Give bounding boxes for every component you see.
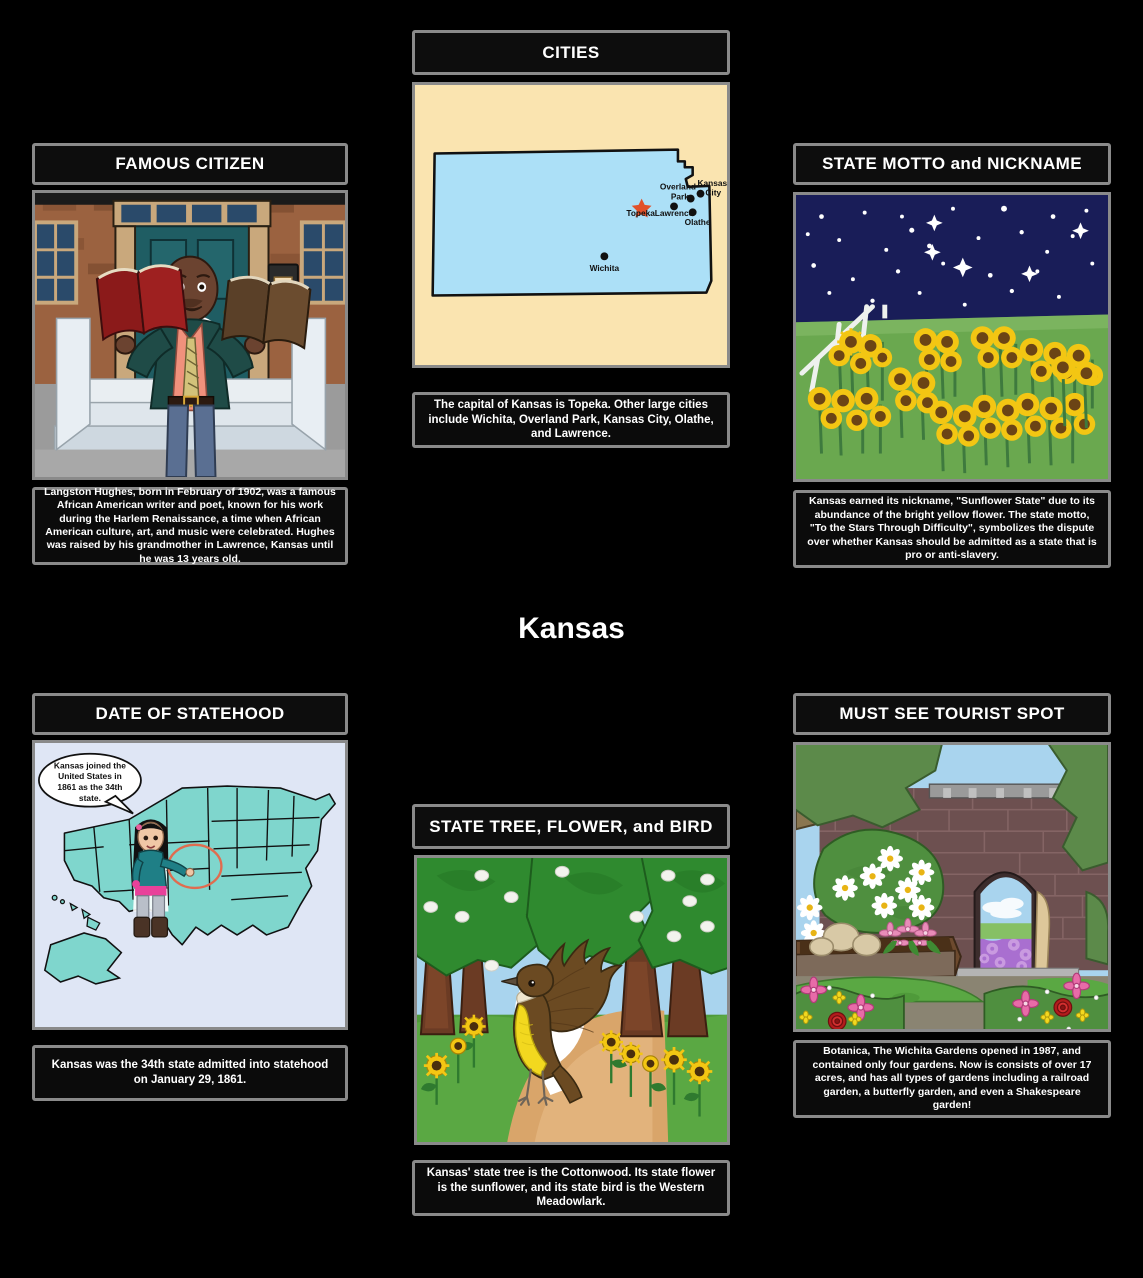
panel-title-date-of-statehood: DATE OF STATEHOOD [32, 693, 348, 735]
board-title: Kansas [518, 612, 625, 645]
tourist-spot-art [793, 742, 1111, 1032]
panel-title-state-motto: STATE MOTTO and NICKNAME [793, 143, 1111, 185]
state-motto-art [793, 192, 1111, 482]
famous-citizen-art [32, 190, 348, 480]
panel-caption-state-motto: Kansas earned its nickname, "Sunflower S… [793, 490, 1111, 568]
panel-title-cities: CITIES [412, 30, 730, 75]
panel-caption-date-of-statehood: Kansas was the 34th state admitted into … [32, 1045, 348, 1101]
date-of-statehood-art: Kansas joined the United States in 1861 … [32, 740, 348, 1030]
svg-text:Overland: Overland [660, 182, 696, 192]
cities-map-art: Topeka Lawrence Overland Park Kansas Cit… [412, 82, 730, 368]
storyboard: CITIES Topeka Lawrence Overland Park Kan… [0, 0, 1143, 1278]
svg-text:state.: state. [79, 793, 101, 803]
svg-text:United States in: United States in [58, 771, 122, 781]
svg-text:City: City [705, 188, 721, 198]
svg-text:Park: Park [671, 192, 689, 202]
panel-caption-famous-citizen: Langston Hughes, born in February of 190… [32, 486, 348, 565]
panel-title-famous-citizen: FAMOUS CITIZEN [32, 143, 348, 185]
panel-caption-cities: The capital of Kansas is Topeka. Other l… [412, 392, 730, 448]
panel-caption-tourist-spot: Botanica, The Wichita Gardens opened in … [793, 1040, 1111, 1118]
state-tree-flower-bird-art [414, 855, 730, 1145]
panel-caption-state-tree-flower-bird: Kansas' state tree is the Cottonwood. It… [412, 1160, 730, 1216]
svg-text:Kansas: Kansas [697, 178, 727, 188]
panel-title-state-tree-flower-bird: STATE TREE, FLOWER, and BIRD [412, 804, 730, 849]
svg-text:Wichita: Wichita [590, 263, 620, 273]
svg-text:Olathe: Olathe [685, 217, 711, 227]
panel-title-tourist-spot: MUST SEE TOURIST SPOT [793, 693, 1111, 735]
svg-text:Topeka: Topeka [626, 208, 655, 218]
svg-text:Kansas joined the: Kansas joined the [54, 760, 126, 770]
svg-text:1861 as the 34th: 1861 as the 34th [57, 782, 122, 792]
